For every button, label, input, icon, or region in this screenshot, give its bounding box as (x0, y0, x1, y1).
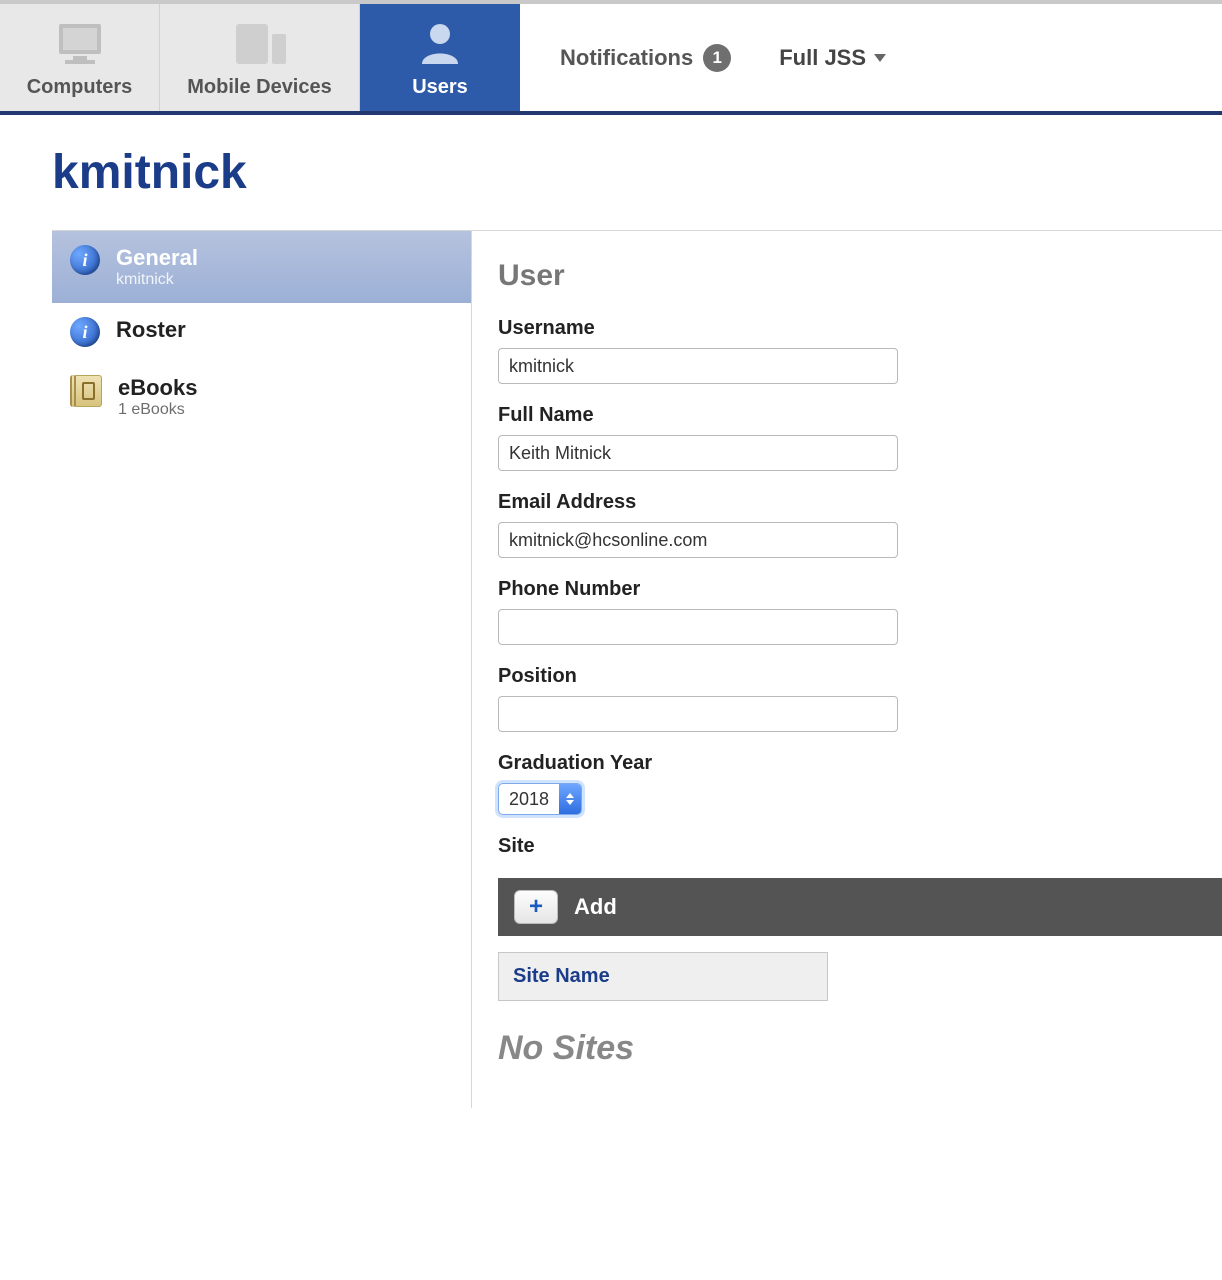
email-label: Email Address (498, 491, 1222, 514)
add-site-button[interactable]: + (514, 890, 558, 924)
gradyear-value: 2018 (499, 789, 559, 810)
context-dropdown[interactable]: Full JSS (779, 45, 886, 71)
notifications-link[interactable]: Notifications 1 (560, 44, 731, 72)
caret-down-icon (874, 54, 886, 62)
section-heading: User (498, 259, 1222, 293)
site-label: Site (498, 835, 1222, 858)
gradyear-select[interactable]: 2018 (498, 783, 582, 815)
notifications-label: Notifications (560, 45, 693, 71)
add-label: Add (574, 894, 617, 920)
nav-right: Notifications 1 Full JSS (520, 4, 1222, 111)
info-icon: i (70, 245, 100, 275)
sidebar-item-subtitle: 1 eBooks (118, 401, 197, 419)
ebook-icon (70, 375, 102, 407)
info-icon: i (70, 317, 100, 347)
page-title: kmitnick (0, 115, 1222, 230)
sidebar: i General kmitnick i Roster eBooks 1 eBo… (52, 231, 472, 1108)
phone-input[interactable] (498, 609, 898, 645)
user-icon (416, 20, 464, 66)
position-label: Position (498, 665, 1222, 688)
phone-label: Phone Number (498, 578, 1222, 601)
stepper-icon (559, 784, 581, 814)
nav-computers[interactable]: Computers (0, 4, 160, 111)
username-input[interactable] (498, 348, 898, 384)
fullname-input[interactable] (498, 435, 898, 471)
notifications-badge: 1 (703, 44, 731, 72)
nav-computers-label: Computers (27, 76, 133, 98)
fullname-label: Full Name (498, 404, 1222, 427)
sidebar-item-general[interactable]: i General kmitnick (52, 231, 471, 303)
mobile-devices-icon (228, 20, 292, 66)
username-label: Username (498, 317, 1222, 340)
computer-icon (53, 20, 107, 66)
nav-users[interactable]: Users (360, 4, 520, 111)
sidebar-item-label: General (116, 245, 198, 271)
position-input[interactable] (498, 696, 898, 732)
sidebar-item-subtitle: kmitnick (116, 271, 198, 289)
sidebar-item-ebooks[interactable]: eBooks 1 eBooks (52, 361, 471, 433)
nav-mobile-label: Mobile Devices (187, 76, 332, 98)
context-label: Full JSS (779, 45, 866, 71)
top-nav: Computers Mobile Devices Users Notificat… (0, 4, 1222, 115)
nav-users-label: Users (412, 76, 468, 98)
sidebar-item-label: eBooks (118, 375, 197, 401)
plus-icon: + (529, 895, 543, 919)
gradyear-label: Graduation Year (498, 752, 1222, 775)
main-panel: User Username Full Name Email Address Ph… (472, 231, 1222, 1108)
no-sites-message: No Sites (498, 1029, 1222, 1068)
sidebar-item-roster[interactable]: i Roster (52, 303, 471, 361)
site-table-header: Site Name (498, 952, 828, 1001)
email-input[interactable] (498, 522, 898, 558)
nav-mobile-devices[interactable]: Mobile Devices (160, 4, 360, 111)
add-site-bar: + Add (498, 878, 1222, 936)
sidebar-item-label: Roster (116, 317, 186, 343)
